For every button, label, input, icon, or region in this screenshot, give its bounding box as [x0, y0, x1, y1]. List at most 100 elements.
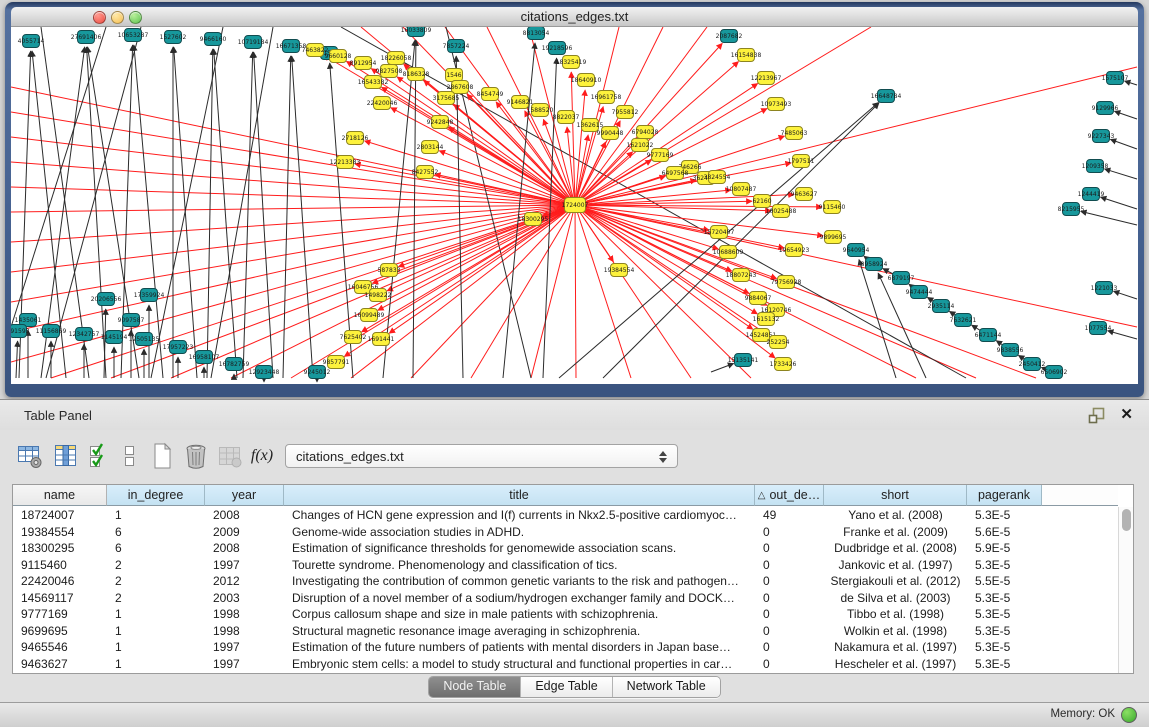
table-settings-icon[interactable] [16, 442, 44, 470]
graph-node[interactable]: 2718126 [342, 132, 369, 145]
graph-node[interactable]: 6794028 [632, 126, 659, 139]
delete-table-icon[interactable] [216, 442, 244, 470]
table-row[interactable]: 1872400712008Changes of HCN gene express… [13, 507, 1118, 524]
graph-node[interactable]: 8912954 [350, 57, 377, 70]
table-row[interactable]: 1938455462009Genome-wide association stu… [13, 524, 1118, 541]
network-window-titlebar[interactable]: citations_edges.txt [11, 7, 1138, 27]
graph-node[interactable]: 252254 [767, 336, 790, 349]
graph-node[interactable]: 12213967 [751, 72, 782, 85]
table-row[interactable]: 2242004622012Investigating the contribut… [13, 573, 1118, 590]
graph-node[interactable]: 2450412 [1019, 358, 1046, 371]
table-row[interactable]: 1456911722003Disruption of a novel membe… [13, 590, 1118, 607]
citation-graph[interactable]: 1724007183002954055714276914061065328715… [11, 27, 1138, 384]
graph-node[interactable]: 9990448 [597, 127, 624, 140]
graph-node[interactable]: 6471144 [975, 329, 1002, 342]
graph-node[interactable]: 12923448 [249, 366, 280, 379]
graph-node[interactable]: 9227343 [1088, 130, 1115, 143]
tab-edge-table[interactable]: Edge Table [521, 677, 612, 697]
column-header-name[interactable]: name [13, 485, 107, 506]
graph-node[interactable]: 1575107 [1102, 72, 1129, 85]
graph-node[interactable]: 1244419 [1078, 188, 1105, 201]
graph-node[interactable]: 9640954 [843, 244, 870, 257]
delete-selected-icon[interactable] [182, 442, 210, 470]
graph-node[interactable]: 10973493 [761, 98, 792, 111]
graph-node[interactable]: 16782759 [219, 358, 250, 371]
graph-node[interactable]: 1621022 [627, 139, 654, 152]
close-panel-icon[interactable]: ✕ [1120, 405, 1133, 423]
graph-node[interactable]: 16033809 [401, 27, 432, 37]
graph-node[interactable]: 1546 [446, 69, 463, 82]
graph-node[interactable]: 16099489 [354, 309, 385, 322]
table-scrollbar[interactable] [1118, 507, 1133, 673]
graph-node[interactable]: 9899695 [820, 231, 847, 244]
graph-node[interactable]: 62160 [752, 195, 771, 208]
graph-node[interactable]: 19218596 [542, 42, 573, 55]
graph-node[interactable]: 17359924 [134, 289, 165, 302]
graph-node[interactable]: 9115460 [819, 201, 846, 214]
graph-node[interactable]: 16648784 [871, 90, 902, 103]
select-all-icon[interactable] [86, 442, 114, 470]
table-row[interactable]: 1830029562008Estimation of significance … [13, 540, 1118, 557]
graph-node[interactable]: 10807487 [726, 183, 757, 196]
table-row[interactable]: 969969511998Structural magnetic resonanc… [13, 623, 1118, 640]
graph-node[interactable]: 2087682 [716, 30, 743, 43]
graph-node[interactable]: 9466160 [200, 33, 227, 46]
table-row[interactable]: 911546021997Tourette syndrome. Phenomeno… [13, 557, 1118, 574]
graph-node[interactable]: 18640910 [571, 74, 602, 87]
graph-node[interactable]: 20206556 [91, 293, 122, 306]
graph-node[interactable]: 9463627 [791, 188, 818, 201]
network-canvas[interactable]: 1724007183002954055714276914061065328715… [11, 27, 1138, 384]
graph-node[interactable]: 587833 [378, 264, 401, 277]
graph-node[interactable]: 1221033 [1091, 282, 1118, 295]
table-selector[interactable]: citations_edges.txt [285, 444, 678, 468]
graph-node[interactable]: 19384554 [604, 264, 635, 277]
graph-node[interactable]: 8822037 [553, 111, 580, 124]
graph-node[interactable]: 10653287 [118, 29, 149, 42]
new-table-icon[interactable] [148, 442, 176, 470]
graph-node[interactable]: 7632621 [950, 314, 977, 327]
graph-node[interactable]: 7857224 [443, 40, 470, 53]
graph-node[interactable]: 7485063 [781, 127, 808, 140]
graph-node[interactable]: 1733426 [770, 358, 797, 371]
memory-status-icon[interactable] [1121, 707, 1137, 723]
graph-node[interactable]: 9857791 [323, 356, 350, 369]
column-header-year[interactable]: year [205, 485, 284, 506]
graph-node[interactable]: 9838556 [997, 344, 1024, 357]
graph-hub-node[interactable]: 1724007 [562, 198, 589, 213]
table-scrollbar-thumb[interactable] [1122, 509, 1131, 531]
graph-node[interactable]: 79756928 [771, 276, 802, 289]
graph-node[interactable]: 1209358 [1082, 160, 1109, 173]
column-header-out_de[interactable]: △out_de… [755, 485, 824, 506]
graph-node[interactable]: 18226058 [381, 52, 412, 65]
graph-node[interactable]: 7625402 [340, 331, 367, 344]
graph-node[interactable]: 1077554 [1085, 322, 1112, 335]
column-header-pagerank[interactable]: pagerank [967, 485, 1042, 506]
graph-node[interactable]: 1527602 [160, 31, 187, 44]
graph-node[interactable]: 9129966 [1092, 102, 1119, 115]
graph-node[interactable]: 22420046 [367, 97, 398, 110]
table-row[interactable]: 946362711997Embryonic stem cells: a mode… [13, 656, 1118, 673]
graph-node[interactable]: 7955812 [612, 106, 639, 119]
graph-node[interactable]: 16961758 [591, 91, 622, 104]
clear-selection-icon[interactable] [116, 442, 144, 470]
graph-node[interactable]: 8215955 [1058, 203, 1085, 216]
graph-node[interactable]: 4055714 [18, 35, 45, 48]
graph-node[interactable]: 8454749 [477, 88, 504, 101]
graph-node[interactable]: 2935114 [928, 300, 955, 313]
graph-node[interactable]: 16671358 [276, 40, 307, 53]
table-row[interactable]: 946554611997Estimation of the future num… [13, 639, 1118, 656]
graph-node[interactable]: 10719184 [238, 36, 269, 49]
graph-node[interactable]: 9474444 [906, 286, 933, 299]
column-header-title[interactable]: title [284, 485, 755, 506]
column-header-in_degree[interactable]: in_degree [107, 485, 205, 506]
tab-node-table[interactable]: Node Table [429, 677, 521, 697]
show-columns-icon[interactable] [52, 442, 80, 470]
function-builder-icon[interactable]: f(x) [248, 442, 276, 470]
column-header-short[interactable]: short [824, 485, 967, 506]
graph-node[interactable]: 2803144 [417, 141, 444, 154]
graph-node[interactable]: 16154838 [731, 49, 762, 62]
graph-node[interactable]: 6506902 [1041, 366, 1068, 379]
graph-node[interactable]: 12213383 [330, 156, 361, 169]
graph-node[interactable]: 18325419 [556, 56, 587, 69]
graph-node[interactable]: 17957223 [163, 341, 194, 354]
